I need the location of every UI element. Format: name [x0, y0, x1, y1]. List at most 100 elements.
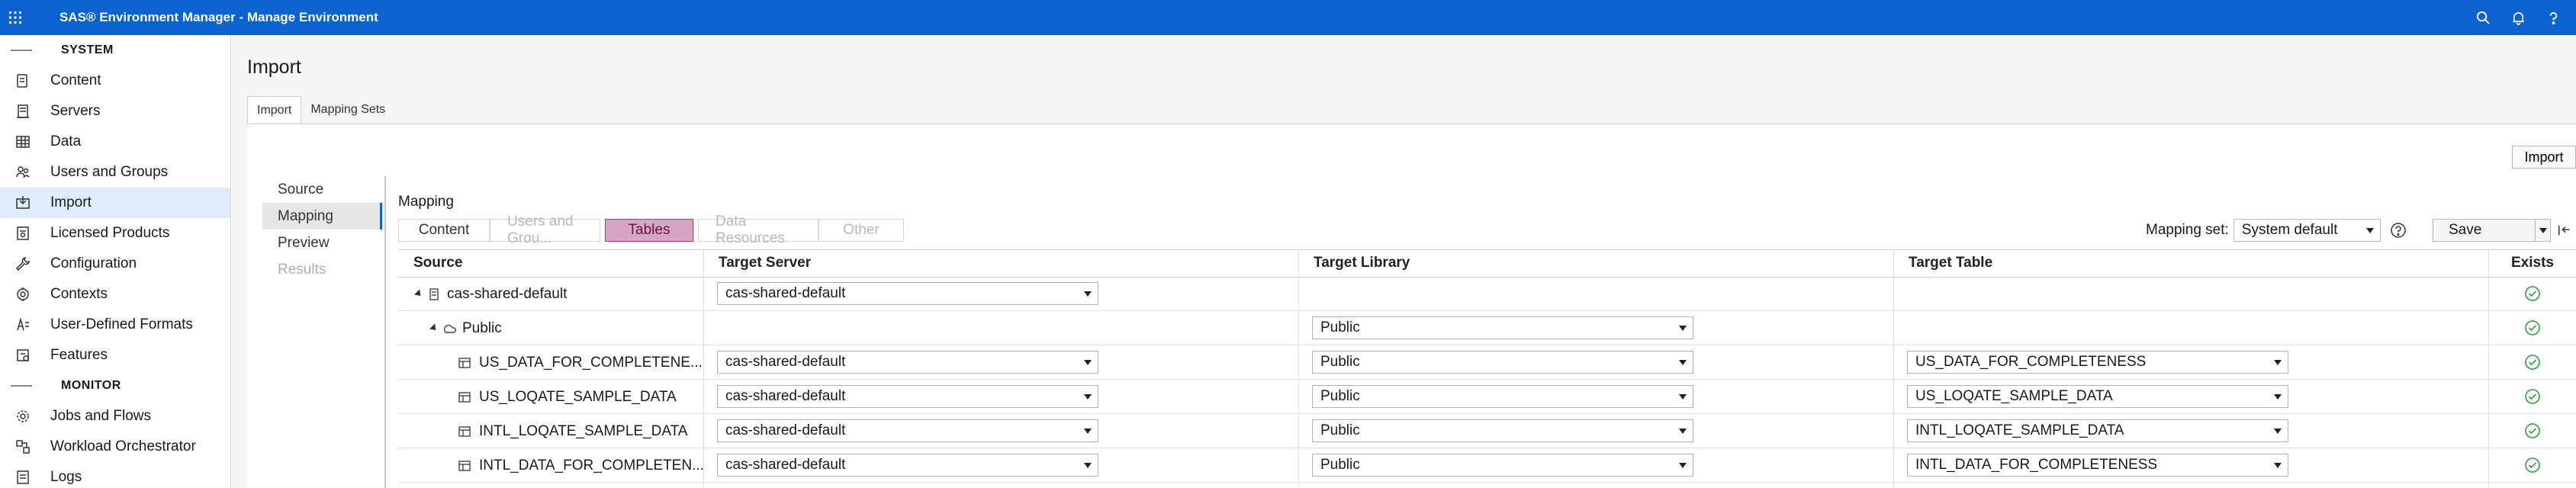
- sidebar-item-jobs-and-flows[interactable]: Jobs and Flows: [0, 401, 230, 432]
- table-row[interactable]: INTL_DATA_FOR_COMPLETEN... cas-shared-de…: [398, 448, 2576, 483]
- target-server-select[interactable]: cas-shared-default: [717, 385, 1098, 408]
- contexts-icon: [14, 285, 32, 303]
- sidebar-item-configuration[interactable]: Configuration: [0, 249, 230, 279]
- table-icon: [14, 133, 32, 151]
- target-table-select[interactable]: US_LOQATE_SAMPLE_DATA: [1907, 385, 2288, 408]
- chevron-down-icon: [1084, 394, 1092, 400]
- import-button[interactable]: Import: [2512, 146, 2576, 169]
- step-preview[interactable]: Preview: [262, 230, 382, 256]
- users-icon: [14, 163, 32, 181]
- chevron-down-icon: [1679, 429, 1687, 434]
- target-library-select[interactable]: Public: [1312, 454, 1693, 477]
- app-menu-grid-icon[interactable]: [0, 0, 31, 35]
- mapping-set-select[interactable]: System default: [2233, 219, 2381, 242]
- sidebar-item-label: Licensed Products: [50, 225, 170, 241]
- chevron-down-icon: [1679, 360, 1687, 365]
- table-row[interactable]: INTL_LOQATE_SAMPLE_DATA cas-shared-defau…: [398, 414, 2576, 448]
- chevron-down-icon: [1084, 291, 1092, 297]
- column-header-exists: Exists: [2511, 255, 2554, 271]
- library-icon: [443, 324, 456, 333]
- collapse-caret-icon[interactable]: [429, 323, 439, 333]
- sidebar-item-contexts[interactable]: Contexts: [0, 279, 230, 310]
- sidebar-item-servers[interactable]: Servers: [0, 96, 230, 127]
- step-source[interactable]: Source: [262, 176, 382, 203]
- sidebar-item-label: Features: [50, 347, 108, 363]
- gear-icon: [14, 407, 32, 425]
- column-header-source: Source: [413, 255, 463, 271]
- source-name: INTL_DATA_FOR_COMPLETEN...: [479, 457, 704, 474]
- chevron-down-icon: [1679, 394, 1687, 400]
- target-library-select[interactable]: Public: [1312, 316, 1693, 339]
- mapping-set-label: Mapping set:: [2146, 222, 2229, 238]
- sidebar-item-logs[interactable]: Logs: [0, 462, 230, 488]
- step-mapping[interactable]: Mapping: [262, 203, 382, 230]
- sidebar-item-workload-orchestrator[interactable]: Workload Orchestrator: [0, 432, 230, 462]
- source-cell: US_LOQATE_SAMPLE_DATA: [458, 380, 677, 414]
- sidebar-item-label: Users and Groups: [50, 164, 169, 180]
- target-library-select[interactable]: Public: [1312, 419, 1693, 442]
- help-icon[interactable]: [2544, 8, 2562, 27]
- bell-icon[interactable]: [2509, 8, 2527, 27]
- target-table-value: INTL_DATA_FOR_COMPLETENESS: [1915, 457, 2158, 473]
- sidebar-item-user-defined-formats[interactable]: User-Defined Formats: [0, 310, 230, 340]
- mapping-set-control: Mapping set: System default: [2146, 219, 2407, 242]
- sidebar-item-features[interactable]: Features: [0, 340, 230, 371]
- check-circle-icon: [2525, 389, 2540, 404]
- wrench-icon: [14, 255, 32, 273]
- nav-section-monitor: MONITOR: [0, 371, 230, 401]
- target-server-select[interactable]: cas-shared-default: [717, 351, 1098, 374]
- target-server-select[interactable]: cas-shared-default: [717, 282, 1098, 305]
- target-table-value: INTL_LOQATE_SAMPLE_DATA: [1915, 422, 2124, 438]
- target-server-select[interactable]: cas-shared-default: [717, 419, 1098, 442]
- target-table-select[interactable]: US_DATA_FOR_COMPLETENESS: [1907, 351, 2288, 374]
- sidebar-item-label: Import: [50, 194, 92, 210]
- source-name: INTL_LOQATE_SAMPLE_DATA: [479, 422, 688, 439]
- target-library-select[interactable]: Public: [1312, 385, 1693, 408]
- table-row[interactable]: Public Public: [398, 311, 2576, 345]
- chevron-down-icon: [2274, 429, 2282, 434]
- target-table-select[interactable]: INTL_DATA_FOR_COMPLETENESS: [1907, 454, 2288, 477]
- revert-icon[interactable]: [2557, 219, 2574, 242]
- target-library-value: Public: [1320, 319, 1360, 336]
- save-menu-chevron-icon[interactable]: [2536, 219, 2551, 242]
- sidebar-item-licensed-products[interactable]: Licensed Products: [0, 218, 230, 249]
- table-icon: [458, 425, 471, 437]
- mapping-category-segments: Content Users and Grou... Tables Data Re…: [398, 214, 904, 246]
- save-button[interactable]: Save: [2433, 219, 2536, 242]
- page-title: Import: [247, 56, 301, 78]
- table-icon: [458, 460, 471, 471]
- table-row[interactable]: US_LOQATE_SAMPLE_DATA cas-shared-default…: [398, 380, 2576, 414]
- collapse-caret-icon[interactable]: [413, 289, 424, 299]
- nav-section-label: SYSTEM: [61, 43, 114, 56]
- chevron-down-icon: [1084, 360, 1092, 365]
- search-icon[interactable]: [2474, 8, 2492, 27]
- check-circle-icon: [2525, 423, 2540, 438]
- table-row[interactable]: US_DATA_FOR_COMPLETENE... cas-shared-def…: [398, 345, 2576, 380]
- sidebar-item-import[interactable]: Import: [0, 188, 230, 218]
- tab-import[interactable]: Import: [247, 96, 302, 124]
- sidebar-item-data[interactable]: Data: [0, 127, 230, 157]
- target-table-value: US_LOQATE_SAMPLE_DATA: [1915, 388, 2113, 404]
- content-icon: [14, 72, 32, 90]
- save-split-button: Save: [2433, 219, 2574, 242]
- segment-content[interactable]: Content: [398, 219, 490, 242]
- main-content: Import Import Mapping Sets Import Source…: [232, 35, 2576, 488]
- step-results: Results: [278, 261, 326, 278]
- target-library-value: Public: [1320, 457, 1360, 473]
- target-server-select[interactable]: cas-shared-default: [717, 454, 1098, 477]
- sidebar-item-content[interactable]: Content: [0, 66, 230, 96]
- segment-tables[interactable]: Tables: [605, 219, 693, 242]
- features-icon: [14, 346, 32, 364]
- tab-mapping-sets[interactable]: Mapping Sets: [301, 96, 394, 124]
- help-circle-icon[interactable]: [2390, 222, 2407, 239]
- target-table-select[interactable]: INTL_LOQATE_SAMPLE_DATA: [1907, 419, 2288, 442]
- page-tabs: Import Mapping Sets: [247, 96, 394, 124]
- sidebar-item-users-and-groups[interactable]: Users and Groups: [0, 157, 230, 188]
- column-header-target-table: Target Table: [1909, 255, 1993, 271]
- source-cell: Public: [429, 311, 502, 345]
- target-server-value: cas-shared-default: [725, 457, 846, 473]
- sidebar-item-label: Data: [50, 133, 82, 149]
- target-library-value: Public: [1320, 388, 1360, 404]
- table-row[interactable]: cas-shared-default cas-shared-default: [398, 277, 2576, 311]
- target-library-select[interactable]: Public: [1312, 351, 1693, 374]
